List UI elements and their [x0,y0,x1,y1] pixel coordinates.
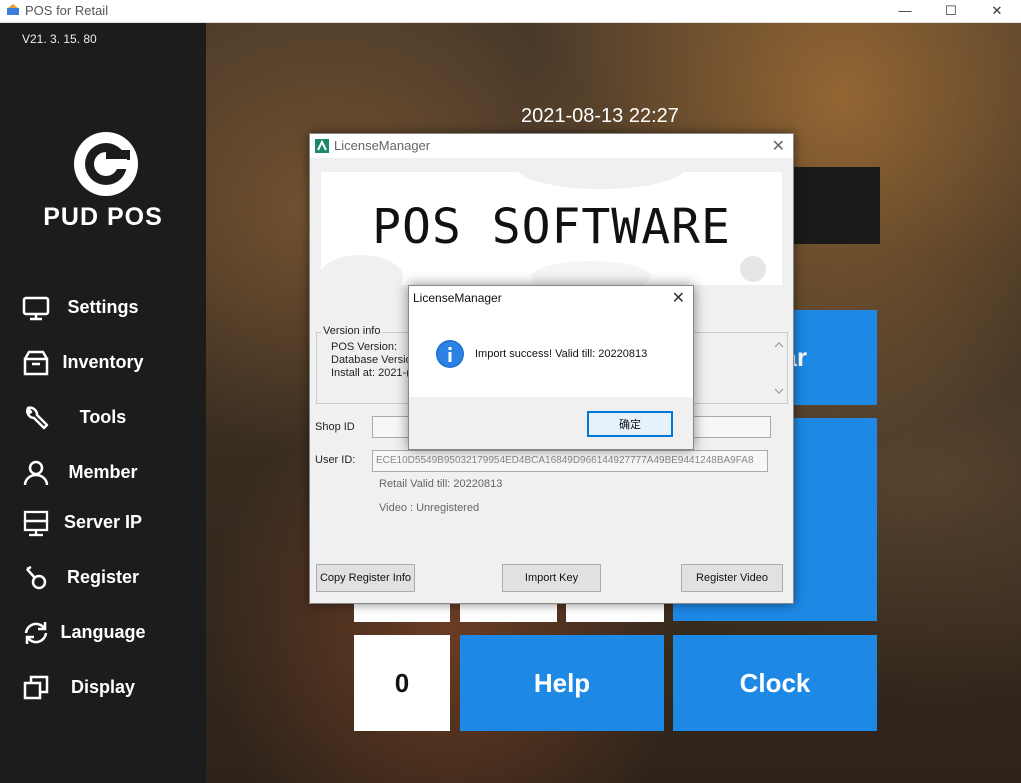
version-scrollbar[interactable] [772,335,786,401]
banner-image: POS SOFTWARE [321,172,782,285]
version-label: V21. 3. 15. 80 [22,32,97,46]
message-box: LicenseManager ✕ Import success! Valid t… [408,285,694,450]
sidebar-item-server-ip[interactable]: Server IP [0,503,206,543]
brand-logo-icon [74,132,138,196]
sidebar-item-label: Member [68,462,138,482]
dialog-title: LicenseManager [334,138,431,153]
sidebar-item-label: Inventory [62,352,144,372]
app-icon [315,139,329,153]
keypad-key-0[interactable]: 0 [354,635,450,731]
import-key-button[interactable]: Import Key [502,564,601,592]
window-title: POS for Retail [25,3,109,18]
copy-register-info-button[interactable]: Copy Register Info [316,564,415,592]
video-status-label: Video : Unregistered [379,502,480,514]
sidebar: V21. 3. 15. 80 PUD POS Settings Inventor… [0,23,206,783]
app-icon [7,4,19,15]
scroll-up-icon[interactable] [774,342,784,348]
database-version-label: Database Versio [331,354,412,366]
clock-button[interactable]: Clock [673,635,877,731]
key-icon [26,565,47,590]
sidebar-item-display[interactable]: Display [0,668,206,708]
window-titlebar: POS for Retail — ☐ ✕ [0,0,1021,23]
dialog-titlebar: LicenseManager ✕ [310,134,793,158]
box-icon [23,350,49,376]
minimize-button[interactable]: — [882,0,928,22]
sidebar-item-member[interactable]: Member [0,453,206,493]
sidebar-item-inventory[interactable]: Inventory [0,343,206,383]
info-icon [436,340,464,368]
sidebar-item-label: Tools [79,407,127,427]
install-at-label: Install at: 2021-( [331,367,410,379]
sidebar-item-label: Language [60,622,146,642]
sidebar-item-label: Display [70,677,136,697]
sidebar-item-language[interactable]: Language [0,613,206,653]
brand-name: PUD POS [43,203,163,231]
message-box-title: LicenseManager [413,291,502,305]
retail-valid-label: Retail Valid till: 20220813 [379,478,503,490]
message-box-close-icon[interactable]: ✕ [672,288,685,308]
refresh-icon [24,622,48,644]
sidebar-item-label: Server IP [63,512,143,532]
maximize-button[interactable]: ☐ [928,0,974,22]
sidebar-item-label: Settings [67,297,139,317]
dialog-close-icon[interactable]: ✕ [772,136,785,156]
server-icon [23,510,49,537]
monitor-icon [22,296,50,321]
group-legend: Version info [321,325,383,337]
close-button[interactable]: ✕ [974,0,1020,22]
help-label: Help [533,667,591,698]
user-id-label: User ID: [315,454,356,466]
help-button[interactable]: Help [460,635,664,731]
pos-version-label: POS Version: [331,341,398,353]
shop-id-label: Shop ID [315,421,355,433]
register-video-button[interactable]: Register Video [681,564,783,592]
key-label: 0 [394,667,410,698]
user-id-field[interactable]: ECE10D5549B95032179954ED4BCA16849D966144… [372,450,768,472]
datetime-display: 2021-08-13 22:27 [521,105,679,127]
sidebar-item-tools[interactable]: Tools [0,398,206,438]
clock-label: Clock [739,667,811,698]
wrench-icon [26,406,49,430]
sidebar-item-settings[interactable]: Settings [0,288,206,328]
ok-button[interactable]: 确定 [587,411,673,437]
message-text: Import success! Valid till: 20220813 [475,348,648,360]
windows-icon [23,675,49,700]
banner-title: POS SOFTWARE [372,199,731,255]
user-icon [23,460,49,486]
sidebar-item-register[interactable]: Register [0,558,206,598]
scroll-down-icon[interactable] [774,388,784,394]
sidebar-item-label: Register [66,567,140,587]
